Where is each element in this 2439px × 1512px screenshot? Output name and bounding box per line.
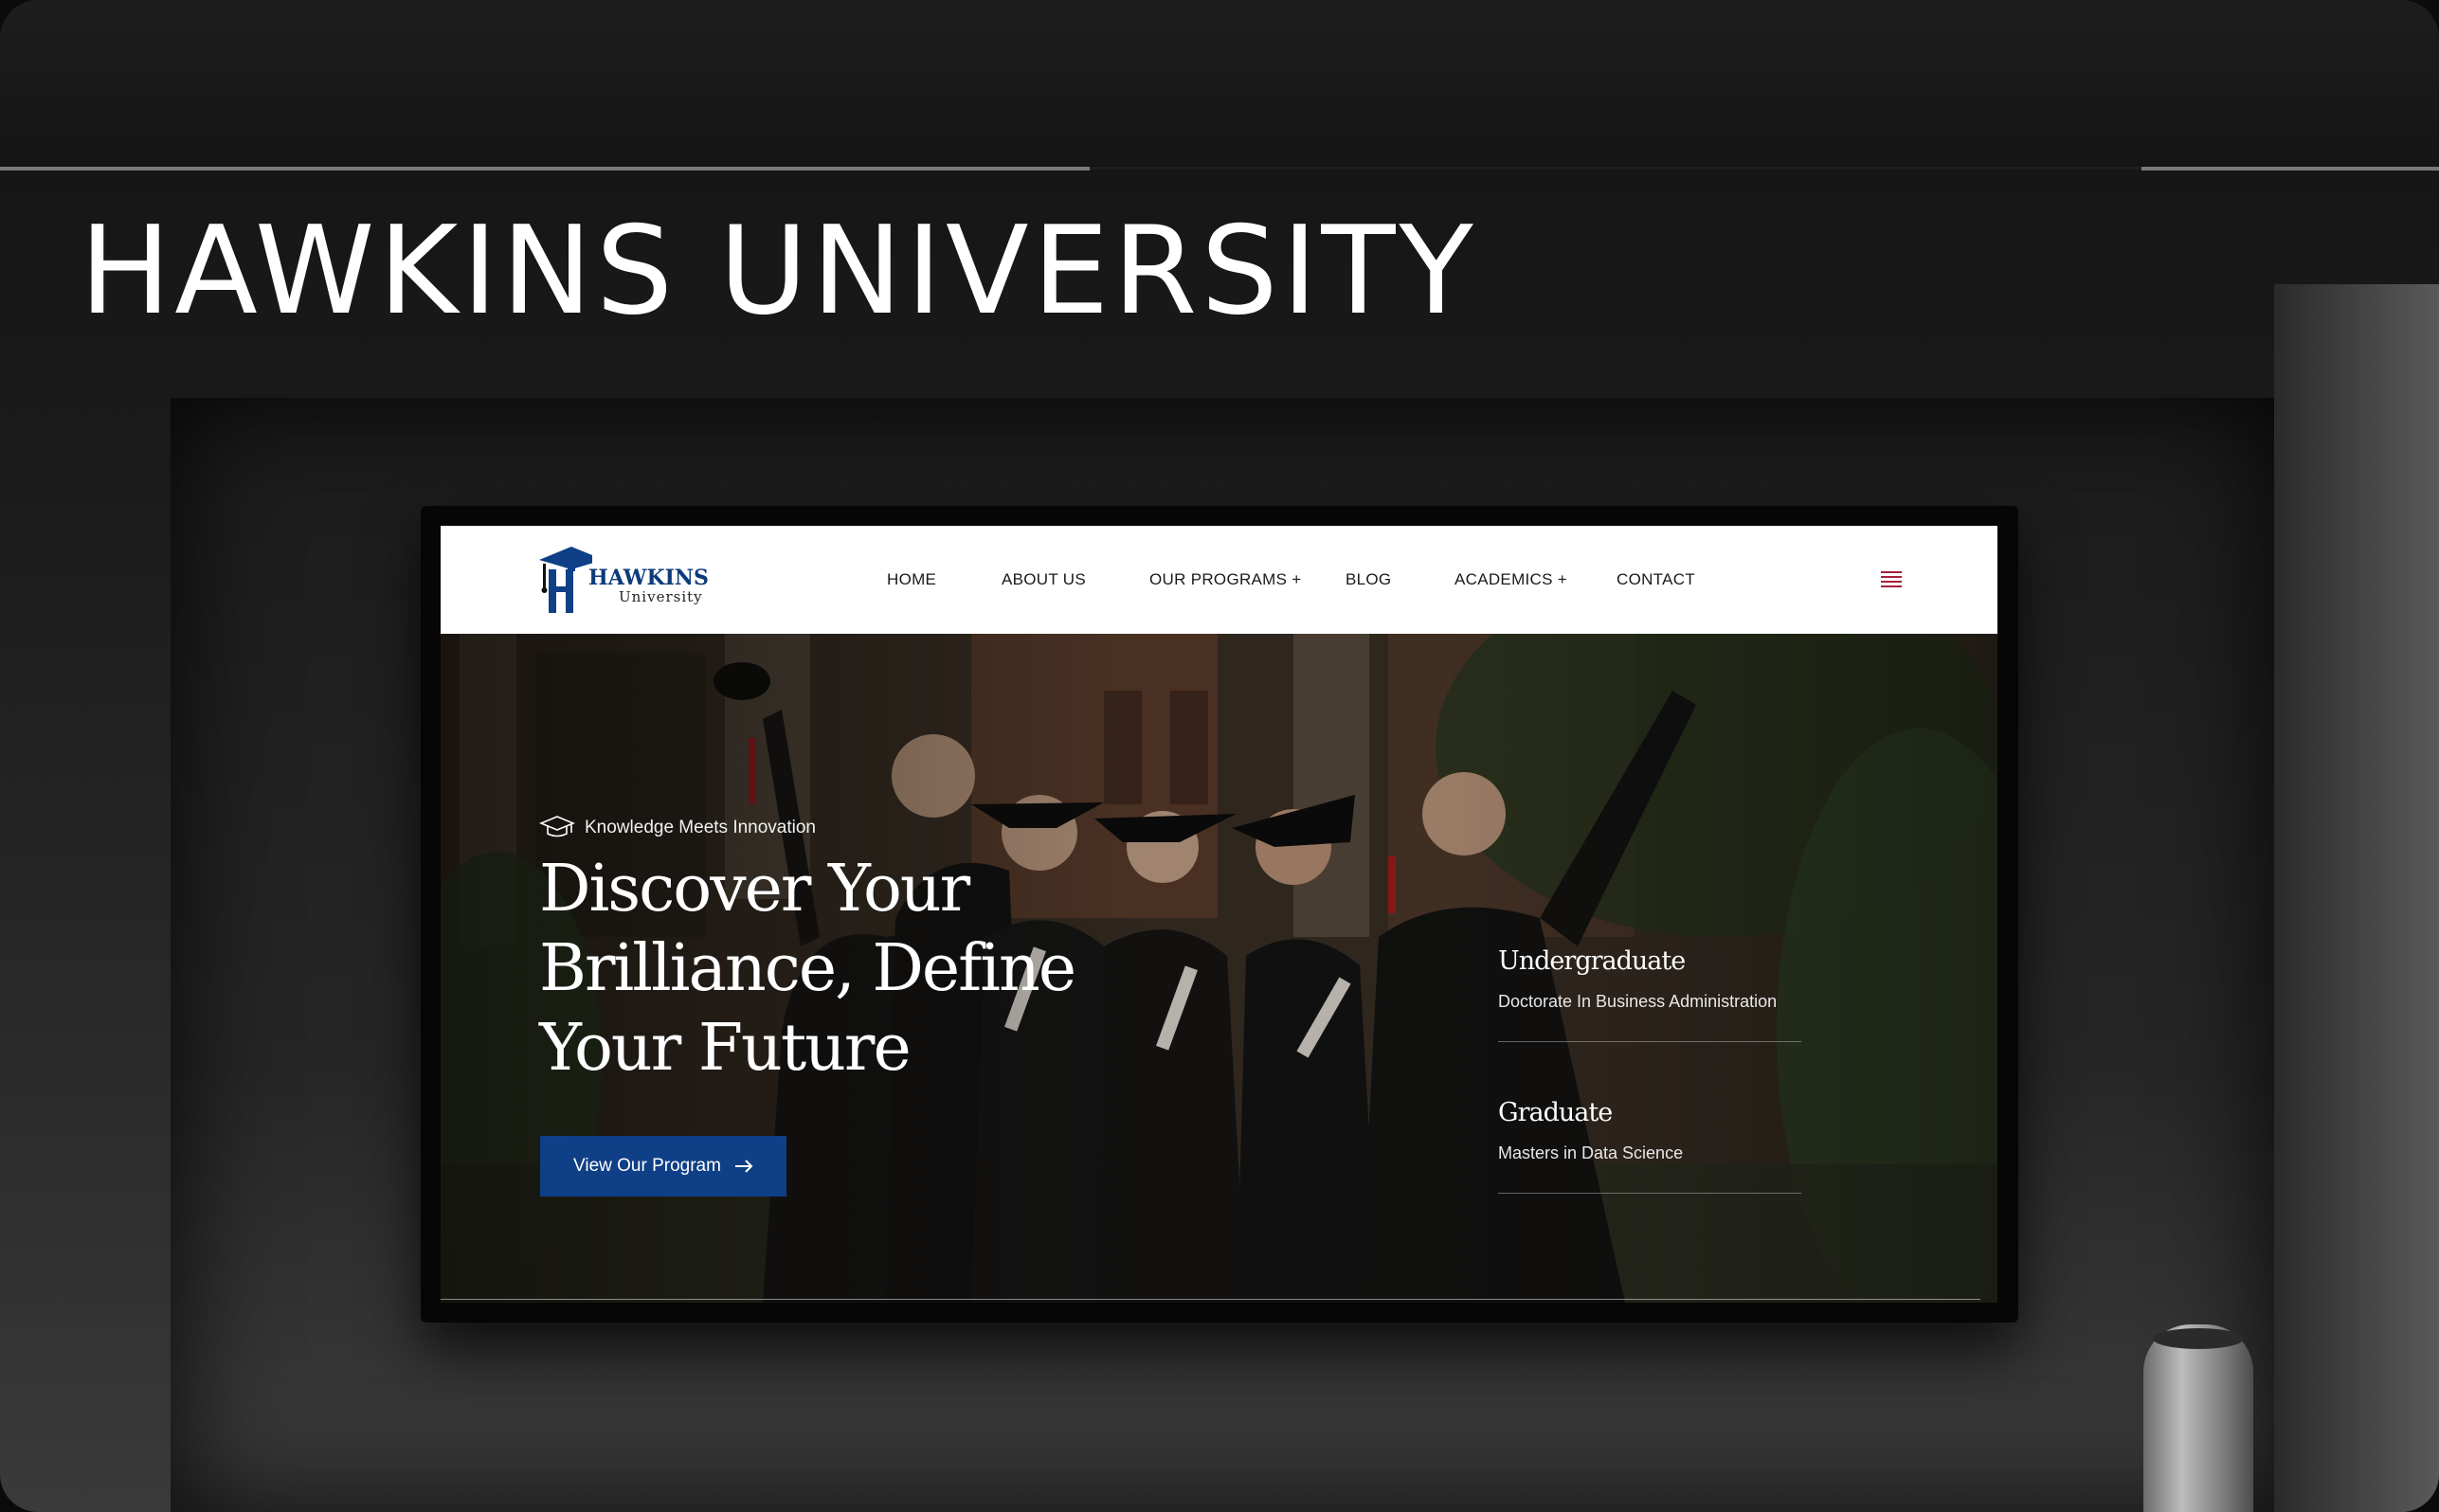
hero-heading-line: Discover Your — [539, 852, 970, 927]
program-subtitle: Doctorate In Business Administration — [1498, 992, 1778, 1011]
logo-subtitle: University — [619, 588, 703, 605]
ceiling-light-strip — [0, 167, 1090, 171]
divider — [1498, 1041, 1801, 1042]
ceiling-light-strip — [2141, 167, 2439, 171]
view-program-button[interactable]: View Our Program — [540, 1136, 786, 1197]
wall-side — [2274, 284, 2439, 1512]
nav-item-about-us[interactable]: ABOUT US — [1002, 570, 1086, 589]
mockup-scene: HAWKINS UNIVERSITY HAWKINS University HO… — [0, 0, 2439, 1512]
hero-heading-line: Your Future — [539, 1011, 912, 1086]
hero-heading: Discover Your Brilliance, Define Your Fu… — [539, 850, 1202, 1089]
hamburger-menu-icon[interactable] — [1881, 571, 1902, 590]
cta-label: View Our Program — [573, 1156, 721, 1176]
trash-bin — [2143, 1324, 2253, 1512]
mortarboard-logo-icon — [539, 547, 592, 613]
program-title: Graduate — [1498, 1098, 1613, 1127]
website-screen: HAWKINS University HOME ABOUT US OUR PRO… — [441, 526, 1997, 1303]
tagline-text: Knowledge Meets Innovation — [585, 818, 816, 837]
program-subtitle: Masters in Data Science — [1498, 1143, 1684, 1162]
trash-bin-opening — [2153, 1328, 2244, 1349]
nav-item-home[interactable]: HOME — [887, 570, 936, 589]
divider — [441, 1299, 1980, 1300]
ceiling — [0, 0, 2439, 169]
hero-heading-line: Brilliance, Define — [539, 931, 1076, 1006]
graduation-cap-icon — [539, 816, 575, 837]
program-title: Undergraduate — [1498, 946, 1686, 976]
ceiling-light-strip — [1090, 167, 2141, 170]
nav-item-contact[interactable]: CONTACT — [1617, 570, 1695, 589]
arrow-right-icon — [734, 1160, 753, 1173]
site-header: HAWKINS University HOME ABOUT US OUR PRO… — [441, 526, 1997, 634]
nav-item-academics[interactable]: ACADEMICS + — [1454, 570, 1567, 589]
poster-headline: HAWKINS UNIVERSITY — [80, 201, 1477, 342]
university-logo[interactable]: HAWKINS University — [539, 545, 719, 617]
divider — [1498, 1193, 1801, 1194]
logo-wordmark: HAWKINS — [588, 566, 709, 590]
hero-section: Knowledge Meets Innovation Discover Your… — [441, 634, 1997, 1303]
nav-item-blog[interactable]: BLOG — [1346, 570, 1391, 589]
nav-item-our-programs[interactable]: OUR PROGRAMS + — [1149, 570, 1302, 589]
